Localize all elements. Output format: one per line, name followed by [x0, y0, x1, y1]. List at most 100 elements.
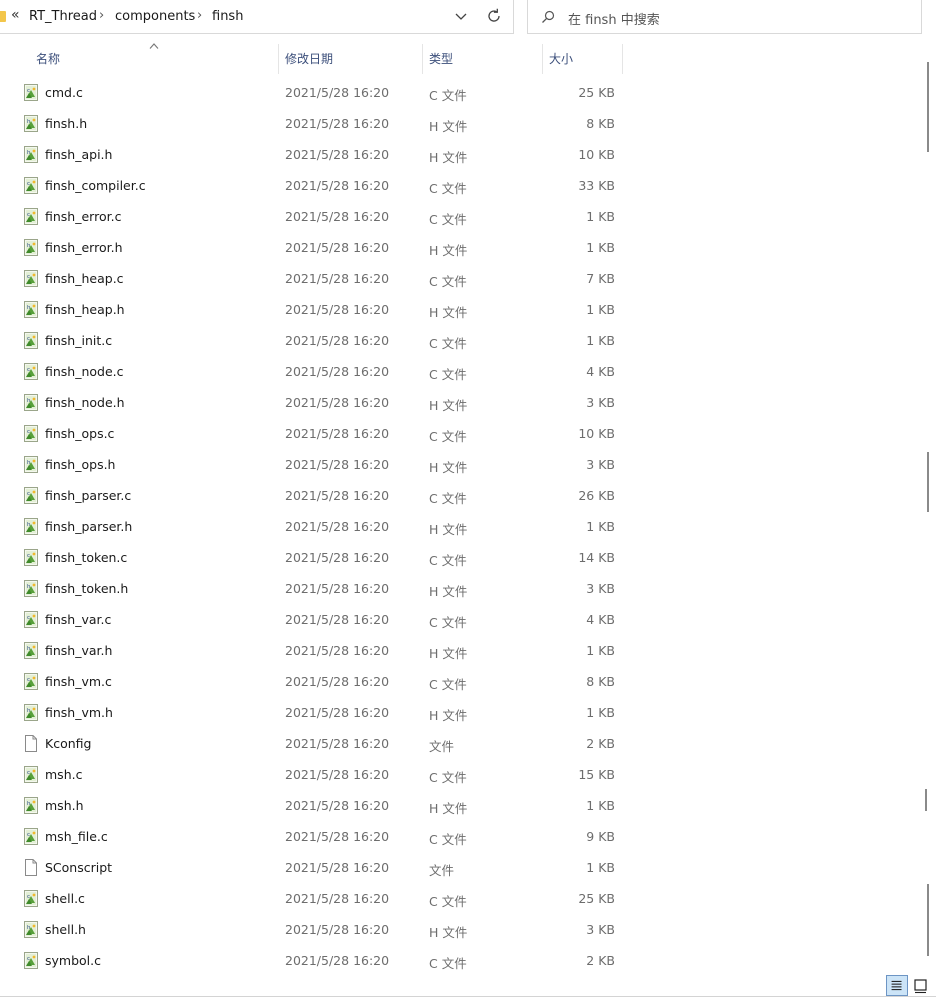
c-source-icon: c: [24, 611, 38, 628]
address-bar[interactable]: « RT_Thread › components › finsh: [0, 0, 514, 34]
file-row[interactable]: h finsh_token.h 2021/5/28 16:20 H 文件 3 KB: [0, 573, 920, 604]
file-row[interactable]: c finsh_heap.c 2021/5/28 16:20 C 文件 7 KB: [0, 263, 920, 294]
file-row[interactable]: c finsh_ops.c 2021/5/28 16:20 C 文件 10 KB: [0, 418, 920, 449]
file-row[interactable]: h finsh.h 2021/5/28 16:20 H 文件 8 KB: [0, 108, 920, 139]
file-row[interactable]: c shell.c 2021/5/28 16:20 C 文件 25 KB: [0, 883, 920, 914]
file-name[interactable]: finsh_parser.c: [45, 488, 131, 503]
file-row[interactable]: c finsh_compiler.c 2021/5/28 16:20 C 文件 33 K…: [0, 170, 920, 201]
file-name[interactable]: finsh_compiler.c: [45, 178, 146, 193]
file-row[interactable]: c msh.c 2021/5/28 16:20 C 文件 15 KB: [0, 759, 920, 790]
file-name[interactable]: finsh_node.h: [45, 395, 125, 410]
breadcrumb-chevron-icon[interactable]: ›: [99, 8, 104, 23]
c-source-icon: c: [24, 766, 38, 783]
file-row[interactable]: c finsh_token.c 2021/5/28 16:20 C 文件 14 KB: [0, 542, 920, 573]
file-name[interactable]: finsh_node.c: [45, 364, 124, 379]
file-row[interactable]: h finsh_node.h 2021/5/28 16:20 H 文件 3 KB: [0, 387, 920, 418]
search-placeholder[interactable]: 在 finsh 中搜索: [568, 9, 660, 28]
file-type: H 文件: [429, 119, 468, 134]
file-row[interactable]: h msh.h 2021/5/28 16:20 H 文件 1 KB: [0, 790, 920, 821]
status-bar: [0, 974, 936, 998]
svg-text:h: h: [27, 150, 31, 156]
file-row[interactable]: c finsh_init.c 2021/5/28 16:20 C 文件 1 KB: [0, 325, 920, 356]
chevron-down-icon[interactable]: [454, 8, 468, 24]
file-row[interactable]: h shell.h 2021/5/28 16:20 H 文件 3 KB: [0, 914, 920, 945]
file-name[interactable]: finsh_token.c: [45, 550, 127, 565]
file-row[interactable]: h finsh_ops.h 2021/5/28 16:20 H 文件 3 KB: [0, 449, 920, 480]
file-row[interactable]: c finsh_node.c 2021/5/28 16:20 C 文件 4 KB: [0, 356, 920, 387]
file-name[interactable]: finsh_heap.h: [45, 302, 125, 317]
file-name[interactable]: finsh_var.h: [45, 643, 112, 658]
file-row[interactable]: h finsh_vm.h 2021/5/28 16:20 H 文件 1 KB: [0, 697, 920, 728]
file-name[interactable]: symbol.c: [45, 953, 101, 968]
file-row[interactable]: c finsh_vm.c 2021/5/28 16:20 C 文件 8 KB: [0, 666, 920, 697]
file-row[interactable]: c finsh_parser.c 2021/5/28 16:20 C 文件 26 KB: [0, 480, 920, 511]
file-row[interactable]: Kconfig 2021/5/28 16:20 文件 2 KB: [0, 728, 920, 759]
file-row[interactable]: c finsh_error.c 2021/5/28 16:20 C 文件 1 KB: [0, 201, 920, 232]
file-name[interactable]: msh.c: [45, 767, 82, 782]
large-icons-view-icon: [914, 979, 927, 994]
file-row[interactable]: c finsh_var.c 2021/5/28 16:20 C 文件 4 KB: [0, 604, 920, 635]
c-source-icon: c: [24, 177, 38, 194]
file-name[interactable]: shell.c: [45, 891, 85, 906]
file-size: 26 KB: [578, 488, 615, 503]
file-name[interactable]: shell.h: [45, 922, 86, 937]
column-divider[interactable]: [542, 44, 543, 74]
file-name[interactable]: finsh_vm.h: [45, 705, 113, 720]
file-name[interactable]: msh_file.c: [45, 829, 108, 844]
file-row[interactable]: c msh_file.c 2021/5/28 16:20 C 文件 9 KB: [0, 821, 920, 852]
header-file-icon: h: [24, 115, 38, 132]
file-name[interactable]: finsh_ops.h: [45, 457, 115, 472]
file-row[interactable]: c symbol.c 2021/5/28 16:20 C 文件 2 KB: [0, 945, 920, 976]
file-name[interactable]: cmd.c: [45, 85, 83, 100]
file-row[interactable]: h finsh_api.h 2021/5/28 16:20 H 文件 10 KB: [0, 139, 920, 170]
vertical-scrollbar[interactable]: [920, 44, 936, 974]
refresh-icon[interactable]: [485, 7, 503, 25]
file-name[interactable]: finsh_init.c: [45, 333, 112, 348]
file-name[interactable]: finsh_api.h: [45, 147, 112, 162]
c-source-icon: c: [24, 487, 38, 504]
file-date: 2021/5/28 16:20: [285, 426, 390, 441]
file-name[interactable]: SConscript: [45, 860, 112, 875]
scrollbar-thumb[interactable]: [927, 884, 929, 956]
breadcrumb-item-rt-thread[interactable]: RT_Thread: [29, 9, 97, 24]
file-row[interactable]: h finsh_var.h 2021/5/28 16:20 H 文件 1 KB: [0, 635, 920, 666]
file-name[interactable]: finsh_heap.c: [45, 271, 124, 286]
file-name[interactable]: finsh.h: [45, 116, 87, 131]
file-row[interactable]: h finsh_error.h 2021/5/28 16:20 H 文件 1 KB: [0, 232, 920, 263]
details-view-button[interactable]: [886, 975, 908, 996]
column-header-size[interactable]: 大小: [549, 44, 573, 75]
column-header-date[interactable]: 修改日期: [285, 44, 333, 75]
file-type: C 文件: [429, 832, 467, 847]
file-name[interactable]: finsh_parser.h: [45, 519, 132, 534]
file-name[interactable]: finsh_error.c: [45, 209, 121, 224]
file-name[interactable]: finsh_vm.c: [45, 674, 112, 689]
file-row[interactable]: h finsh_parser.h 2021/5/28 16:20 H 文件 1 KB: [0, 511, 920, 542]
file-name[interactable]: finsh_var.c: [45, 612, 111, 627]
search-box[interactable]: 在 finsh 中搜索: [527, 0, 922, 34]
file-size: 3 KB: [586, 395, 615, 410]
file-name[interactable]: msh.h: [45, 798, 84, 813]
file-row[interactable]: h finsh_heap.h 2021/5/28 16:20 H 文件 1 KB: [0, 294, 920, 325]
file-name[interactable]: finsh_ops.c: [45, 426, 114, 441]
file-row[interactable]: SConscript 2021/5/28 16:20 文件 1 KB: [0, 852, 920, 883]
column-divider[interactable]: [622, 44, 623, 74]
c-source-icon: c: [24, 208, 38, 225]
column-divider[interactable]: [278, 44, 279, 74]
file-date: 2021/5/28 16:20: [285, 705, 390, 720]
breadcrumb-item-components[interactable]: components: [115, 9, 195, 24]
c-source-icon: c: [24, 270, 38, 287]
breadcrumb-chevron-icon[interactable]: ›: [197, 8, 202, 23]
breadcrumb-overflow-icon[interactable]: «: [11, 7, 20, 23]
column-header-name[interactable]: 名称: [36, 44, 60, 75]
file-name[interactable]: finsh_token.h: [45, 581, 128, 596]
file-name[interactable]: finsh_error.h: [45, 240, 123, 255]
breadcrumb-item-finsh[interactable]: finsh: [212, 9, 243, 24]
column-divider[interactable]: [422, 44, 423, 74]
file-row[interactable]: c cmd.c 2021/5/28 16:20 C 文件 25 KB: [0, 77, 920, 108]
file-name[interactable]: Kconfig: [45, 736, 91, 751]
file-size: 1 KB: [586, 643, 615, 658]
file-size: 1 KB: [586, 798, 615, 813]
column-header-type[interactable]: 类型: [429, 44, 453, 75]
file-type: 文件: [429, 863, 455, 878]
large-icons-view-button[interactable]: [910, 975, 932, 996]
